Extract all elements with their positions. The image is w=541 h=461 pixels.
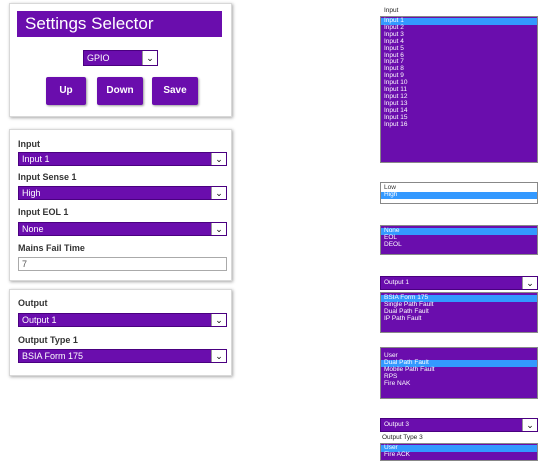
chevron-down-icon: ⌄	[211, 350, 226, 362]
input-list-label: Input	[384, 7, 399, 14]
list-item[interactable]: Input 2	[381, 24, 537, 32]
list-item[interactable]: Fire ACK	[381, 451, 537, 459]
output-type3-label: Output Type 3	[382, 434, 423, 441]
save-button[interactable]: Save	[152, 77, 198, 105]
output-select-value: Output 1	[22, 315, 57, 325]
output-type-options-c: User Fire ACK	[380, 443, 538, 461]
down-button[interactable]: Down	[97, 77, 143, 105]
input-panel: Input Input 1 ⌄ Input Sense 1 High ⌄ Inp…	[9, 129, 232, 281]
output-select[interactable]: Output 1 ⌄	[18, 313, 227, 327]
output-type-value: BSIA Form 175	[22, 351, 84, 361]
list-item[interactable]: EOL	[381, 234, 537, 242]
list-item[interactable]: Input 1	[381, 17, 537, 25]
output1-select-value: Output 1	[384, 279, 409, 286]
list-item[interactable]: High	[381, 191, 537, 199]
chevron-down-icon: ⌄	[522, 419, 537, 431]
chevron-down-icon: ⌄	[211, 314, 226, 326]
input-select-value: Input 1	[22, 154, 50, 164]
output-label: Output	[18, 298, 48, 308]
list-item[interactable]: Input 7	[381, 59, 537, 66]
settings-selector-panel: Settings Selector GPIO ⌄ Up Down Save	[9, 3, 232, 117]
input-label: Input	[18, 139, 40, 149]
mode-select-value: GPIO	[87, 53, 110, 63]
chevron-down-icon: ⌄	[211, 153, 226, 165]
list-item[interactable]: Input 8	[381, 65, 537, 73]
chevron-down-icon: ⌄	[142, 51, 157, 65]
chevron-down-icon: ⌄	[211, 223, 226, 235]
mains-fail-time-label: Mains Fail Time	[18, 243, 85, 253]
list-item[interactable]: IP Path Fault	[381, 315, 537, 323]
list-item[interactable]: Input 3	[381, 31, 537, 39]
input-select[interactable]: Input 1 ⌄	[18, 152, 227, 166]
input-eol-label: Input EOL 1	[18, 207, 69, 217]
input-options-list: Input 1 Input 2 Input 3 Input 4 Input 5 …	[380, 16, 538, 163]
output-panel: Output Output 1 ⌄ Output Type 1 BSIA For…	[9, 289, 232, 376]
list-item[interactable]: Low	[381, 184, 537, 192]
list-item[interactable]: None	[381, 227, 537, 235]
input-sense-value: High	[22, 188, 41, 198]
settings-title: Settings Selector	[17, 11, 222, 37]
input-eol-value: None	[22, 224, 44, 234]
list-item[interactable]: Input 16	[381, 121, 537, 129]
output1-select[interactable]: Output 1 ⌄	[380, 276, 538, 290]
output3-select-value: Output 3	[384, 421, 409, 428]
mains-fail-time-field[interactable]: 7	[18, 257, 227, 271]
chevron-down-icon: ⌄	[522, 277, 537, 289]
output3-select[interactable]: Output 3 ⌄	[380, 418, 538, 432]
sense-options-list: Low High	[380, 182, 538, 204]
input-sense-label: Input Sense 1	[18, 172, 77, 182]
list-item[interactable]: Input 5	[381, 45, 537, 53]
output-type-options-b: User Dual Path Fault Mobile Path Fault R…	[380, 347, 538, 399]
input-eol-select[interactable]: None ⌄	[18, 222, 227, 236]
up-button[interactable]: Up	[46, 77, 86, 105]
list-item[interactable]: DEOL	[381, 241, 537, 249]
list-item[interactable]: Input 4	[381, 38, 537, 46]
list-item[interactable]: Input 6	[381, 52, 537, 60]
mode-select[interactable]: GPIO ⌄	[83, 50, 158, 66]
output-type-options-a: BSIA Form 175 Single Path Fault Dual Pat…	[380, 292, 538, 333]
output-type-label: Output Type 1	[18, 335, 78, 345]
eol-options-list: None EOL DEOL	[380, 225, 538, 255]
list-item[interactable]: Fire NAK	[381, 380, 537, 388]
input-sense-select[interactable]: High ⌄	[18, 186, 227, 200]
list-item[interactable]: Mobile Path Fault	[381, 366, 537, 374]
output-type-select[interactable]: BSIA Form 175 ⌄	[18, 349, 227, 363]
chevron-down-icon: ⌄	[211, 187, 226, 199]
